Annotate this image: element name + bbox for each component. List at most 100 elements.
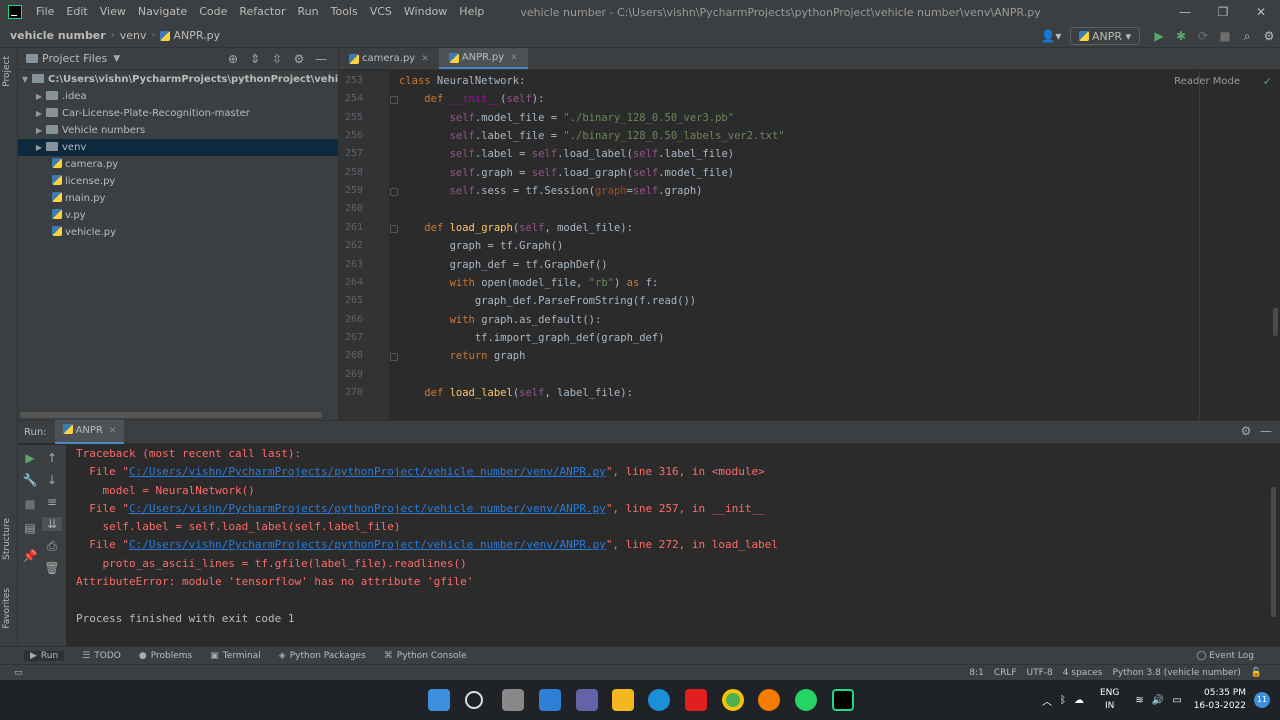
- tree-item-car-license[interactable]: ▶ Car-License-Plate-Recognition-master: [18, 105, 338, 122]
- tree-item-root[interactable]: ▼ C:\Users\vishn\PycharmProjects\pythonPr…: [18, 71, 338, 88]
- hide-icon[interactable]: —: [1256, 424, 1276, 438]
- event-log-tab[interactable]: ◯ Event Log: [1196, 651, 1254, 661]
- coverage-icon[interactable]: ⟳: [1192, 29, 1214, 43]
- menu-refactor[interactable]: Refactor: [233, 0, 291, 24]
- bluetooth-icon[interactable]: ᛒ: [1060, 695, 1066, 706]
- tree-item-venv[interactable]: ▶ venv: [18, 139, 338, 156]
- collapse-all-icon[interactable]: ⇳: [266, 52, 288, 66]
- tree-item-camera-py[interactable]: camera.py: [18, 156, 338, 173]
- volume-icon[interactable]: 🔊: [1152, 695, 1164, 706]
- tree-item-vehicle-numbers[interactable]: ▶ Vehicle numbers: [18, 122, 338, 139]
- debug-icon[interactable]: ✱: [1170, 29, 1192, 43]
- search-icon[interactable]: ⌕: [1236, 29, 1258, 44]
- down-arrow-icon[interactable]: ↓: [42, 473, 62, 487]
- stop-icon[interactable]: ■: [20, 497, 40, 511]
- close-tab-icon[interactable]: ✕: [421, 48, 429, 70]
- chrome-browser-icon[interactable]: [722, 689, 744, 711]
- tree-item-idea[interactable]: ▶ .idea: [18, 88, 338, 105]
- wifi-icon[interactable]: ≋: [1135, 695, 1143, 706]
- close-icon[interactable]: ✕: [1242, 0, 1280, 24]
- tool-tab-python-console[interactable]: ⌘ Python Console: [384, 651, 467, 661]
- fold-marker-icon[interactable]: [390, 96, 398, 105]
- minimize-icon[interactable]: —: [1166, 0, 1204, 24]
- vertical-scrollbar[interactable]: [1273, 308, 1278, 336]
- line-number[interactable]: 266: [339, 314, 363, 325]
- line-separator[interactable]: CRLF: [994, 668, 1017, 678]
- run-configuration-select[interactable]: ANPR ▾: [1069, 27, 1140, 45]
- chevron-down-icon[interactable]: ▼: [113, 54, 120, 64]
- inspection-ok-icon[interactable]: ✓: [1263, 75, 1272, 88]
- tool-tab-todo[interactable]: ☰ TODO: [82, 651, 121, 661]
- breadcrumb-file[interactable]: ANPR.py: [173, 29, 220, 42]
- soft-wrap-icon[interactable]: ≡: [42, 495, 62, 509]
- line-number[interactable]: 263: [339, 259, 363, 270]
- file-link[interactable]: C:/Users/vishn/PycharmProjects/pythonPro…: [129, 502, 606, 515]
- tray-overflow-icon[interactable]: ︿: [1042, 693, 1052, 708]
- line-number[interactable]: 267: [339, 332, 363, 343]
- edge-browser-icon[interactable]: [648, 689, 670, 711]
- youtube-icon[interactable]: [685, 689, 707, 711]
- notification-badge[interactable]: 11: [1254, 692, 1270, 708]
- file-link[interactable]: C:/Users/vishn/PycharmProjects/pythonPro…: [129, 538, 606, 551]
- tree-item-license-py[interactable]: license.py: [18, 173, 338, 190]
- tool-tab-terminal[interactable]: ▣ Terminal: [210, 651, 261, 661]
- chevron-down-icon[interactable]: ▼: [18, 71, 32, 88]
- tree-item-main-py[interactable]: main.py: [18, 190, 338, 207]
- scroll-to-end-icon[interactable]: ⇊: [42, 517, 62, 531]
- menu-run[interactable]: Run: [292, 0, 325, 24]
- battery-icon[interactable]: ▭: [1172, 695, 1181, 706]
- reader-mode-toggle[interactable]: Reader Mode: [1174, 76, 1240, 87]
- stop-icon[interactable]: ■: [1214, 29, 1236, 43]
- structure-tool-tab[interactable]: Structure: [2, 518, 12, 560]
- python-interpreter[interactable]: Python 3.8 (vehicle number): [1112, 668, 1240, 678]
- line-number[interactable]: 253: [339, 75, 363, 86]
- onedrive-icon[interactable]: ☁: [1074, 695, 1084, 706]
- expand-all-icon[interactable]: ⇕: [244, 52, 266, 66]
- chevron-right-icon[interactable]: ▶: [32, 139, 46, 156]
- rerun-icon[interactable]: ▶: [20, 451, 40, 465]
- line-number[interactable]: 258: [339, 167, 363, 178]
- menu-file[interactable]: File: [30, 0, 60, 24]
- project-view-selector[interactable]: Project Files: [42, 52, 107, 65]
- horizontal-scrollbar[interactable]: [20, 412, 322, 418]
- run-icon[interactable]: ▶: [1148, 29, 1170, 43]
- pin-icon[interactable]: 📌: [20, 549, 40, 563]
- clock[interactable]: 05:35 PM 16-03-2022: [1194, 687, 1246, 713]
- windows-start-icon[interactable]: [428, 689, 450, 711]
- line-number[interactable]: 268: [339, 350, 363, 361]
- hide-icon[interactable]: —: [310, 52, 332, 66]
- line-number[interactable]: 270: [339, 387, 363, 398]
- print-icon[interactable]: ⎙: [42, 539, 62, 554]
- favorites-tool-tab[interactable]: Favorites: [2, 588, 12, 629]
- pycharm-logo-icon[interactable]: [8, 5, 22, 19]
- user-icon[interactable]: 👤▾: [1040, 29, 1062, 43]
- teams-chat-icon[interactable]: [576, 689, 598, 711]
- tool-tab-run[interactable]: ▶ Run: [24, 650, 65, 661]
- task-view-icon[interactable]: [502, 689, 524, 711]
- chevron-right-icon[interactable]: ▶: [32, 122, 46, 139]
- indent-setting[interactable]: 4 spaces: [1063, 668, 1103, 678]
- console-output[interactable]: Traceback (most recent call last): File …: [76, 447, 1266, 647]
- pycharm-taskbar-icon[interactable]: [832, 689, 854, 711]
- fold-marker-icon[interactable]: [390, 188, 398, 197]
- jupyter-icon[interactable]: [758, 689, 780, 711]
- line-number[interactable]: 260: [339, 203, 363, 214]
- up-arrow-icon[interactable]: ↑: [42, 451, 62, 465]
- run-tab-anpr[interactable]: ANPR ✕: [54, 420, 125, 444]
- menu-tools[interactable]: Tools: [325, 0, 364, 24]
- line-number[interactable]: 256: [339, 130, 363, 141]
- trash-icon[interactable]: 🗑: [42, 561, 62, 575]
- menu-code[interactable]: Code: [193, 0, 233, 24]
- breadcrumb-folder[interactable]: venv: [120, 29, 147, 42]
- line-number[interactable]: 269: [339, 369, 363, 380]
- menu-window[interactable]: Window: [398, 0, 453, 24]
- widgets-icon[interactable]: [539, 689, 561, 711]
- line-number[interactable]: 255: [339, 112, 363, 123]
- line-number[interactable]: 262: [339, 240, 363, 251]
- caret-position[interactable]: 8:1: [969, 668, 983, 678]
- line-number[interactable]: 254: [339, 93, 363, 104]
- close-tab-icon[interactable]: ✕: [510, 47, 518, 69]
- file-encoding[interactable]: UTF-8: [1027, 668, 1053, 678]
- chevron-right-icon[interactable]: ▶: [32, 88, 46, 105]
- fold-marker-icon[interactable]: [390, 224, 398, 233]
